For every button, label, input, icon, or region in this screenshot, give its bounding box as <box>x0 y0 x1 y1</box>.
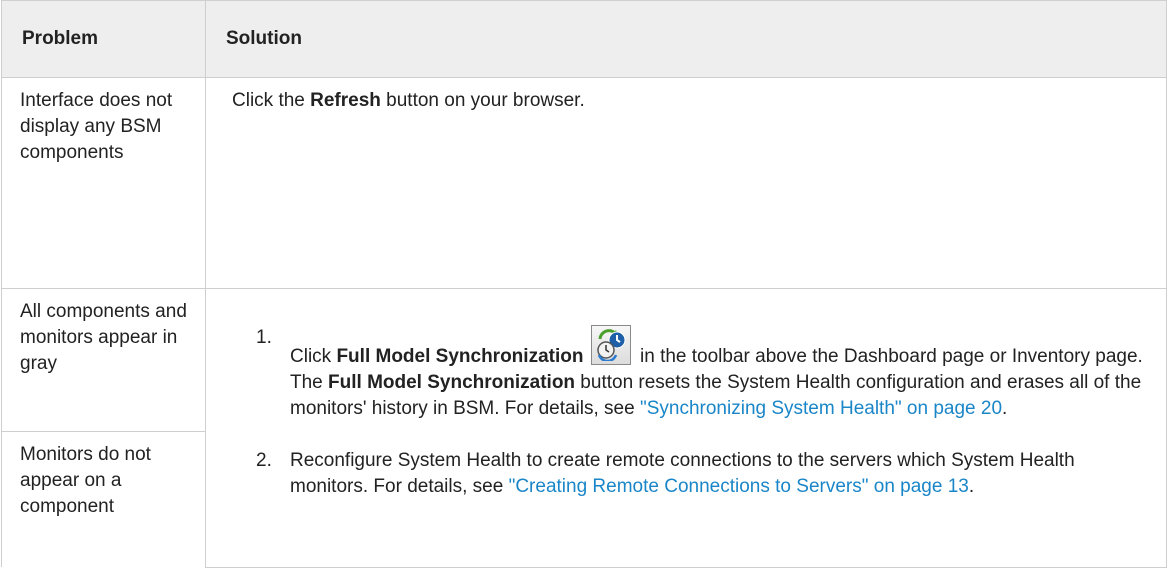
header-solution: Solution <box>205 0 1167 78</box>
step-text: Click <box>290 346 337 367</box>
problem-cell: Monitors do not appear on a component <box>1 431 206 567</box>
solution-text: button on your browser. <box>380 90 585 111</box>
table-header-row: Problem Solution <box>1 0 1167 78</box>
step-item: 2. Reconfigure System Health to create r… <box>232 448 1156 500</box>
synchronizing-system-health-link[interactable]: "Synchronizing System Health" on page 20 <box>640 398 1002 419</box>
step-number: 1. <box>256 327 272 348</box>
table-row: Interface does not display any BSM compo… <box>1 77 1167 289</box>
header-problem: Problem <box>1 0 206 78</box>
step-text: . <box>968 476 975 497</box>
creating-remote-connections-link[interactable]: "Creating Remote Connections to Servers"… <box>509 476 969 497</box>
refresh-term: Refresh <box>310 90 381 111</box>
troubleshooting-table: Problem Solution Interface does not disp… <box>1 0 1167 568</box>
full-model-sync-term: Full Model Synchronization <box>328 372 576 393</box>
solution-text: Click the <box>232 90 311 111</box>
step-number: 2. <box>256 450 272 471</box>
problem-cell: Interface does not display any BSM compo… <box>1 77 206 289</box>
solution-steps: 1. Click Full Model Synchronization in t… <box>232 325 1156 500</box>
step-text: . <box>1002 398 1008 419</box>
shared-solution-cell: 1. Click Full Model Synchronization in t… <box>205 288 1167 568</box>
full-model-sync-term: Full Model Synchronization <box>336 346 584 367</box>
table-row: All components and monitors appear in gr… <box>1 288 1167 568</box>
solution-cell: Click the Refresh button on your browser… <box>205 77 1167 289</box>
full-model-synchronization-icon <box>590 325 631 365</box>
step-item: 1. Click Full Model Synchronization in t… <box>232 325 1156 422</box>
problem-cell: All components and monitors appear in gr… <box>1 288 206 432</box>
